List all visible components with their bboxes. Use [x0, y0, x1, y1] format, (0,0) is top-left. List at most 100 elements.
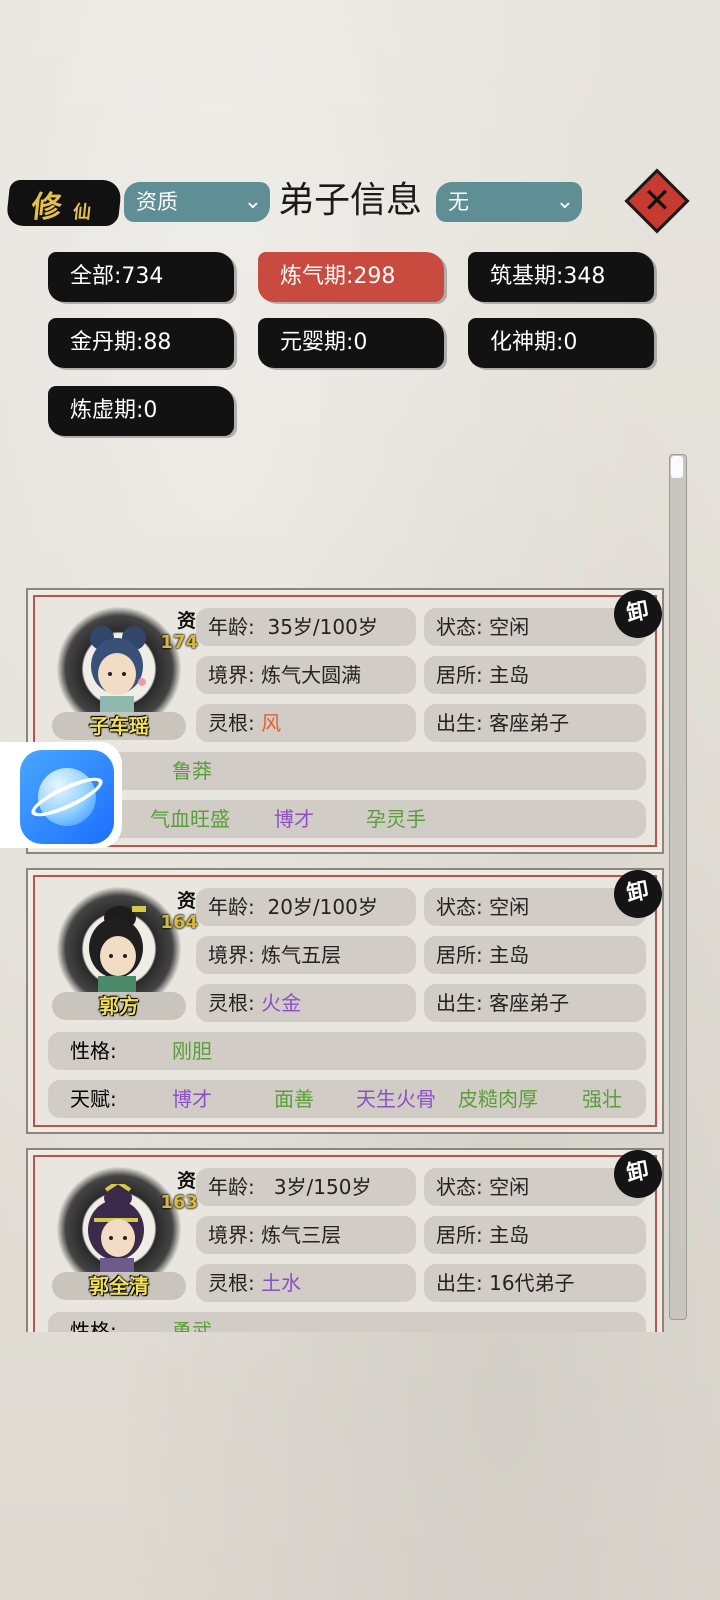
age-value: 35岁/100岁	[267, 615, 378, 639]
status-label: 状态:	[436, 895, 483, 919]
status-field: 状态: 空闲	[424, 888, 646, 926]
talent-item: 博才	[172, 1087, 212, 1111]
origin-field: 出生: 客座弟子	[424, 984, 646, 1022]
root-field: 灵根: 火金	[196, 984, 416, 1022]
portrait-icon	[90, 626, 146, 718]
talent-item: 天生火骨	[356, 1087, 436, 1111]
status-label: 状态:	[436, 1175, 483, 1199]
brand-char-small: 仙	[71, 202, 93, 223]
root-value: 土水	[261, 1271, 302, 1295]
personality-value: 鲁莽	[172, 759, 212, 783]
filter-qi-refining[interactable]: 炼气期:298	[258, 252, 444, 302]
status-value: 空闲	[489, 895, 530, 919]
residence-label: 居所:	[436, 943, 483, 967]
residence-field: 居所: 主岛	[424, 936, 646, 974]
status-value: 空闲	[489, 615, 530, 639]
aptitude-value: 163	[160, 1192, 198, 1213]
residence-value: 主岛	[489, 1223, 530, 1247]
talent-row: 天赋: 气血旺盛 博才 孕灵手	[48, 800, 646, 838]
filter-all[interactable]: 全部:734	[48, 252, 234, 302]
status-field: 状态: 空闲	[424, 608, 646, 646]
scrollbar-thumb[interactable]	[671, 456, 683, 478]
filter-void-refining[interactable]: 炼虚期:0	[48, 386, 234, 436]
realm-label: 境界:	[208, 943, 255, 967]
origin-field: 出生: 客座弟子	[424, 704, 646, 742]
disciple-name: 郭方	[99, 994, 139, 1018]
disciple-card[interactable]: 资 163 郭全清 年龄: 3岁/150岁 状态: 空闲 境界: 炼气三层 居所…	[26, 1146, 666, 1332]
personality-row: 性格: 刚胆	[48, 1032, 646, 1070]
header-bar: 修 仙 资质 ⌄ 弟子信息 无 ⌄ ✕	[0, 168, 720, 234]
browser-planet-icon	[20, 750, 114, 844]
realm-label: 境界:	[208, 1223, 255, 1247]
residence-label: 居所:	[436, 1223, 483, 1247]
status-value: 空闲	[489, 1175, 530, 1199]
realm-value: 炼气三层	[261, 1223, 342, 1247]
residence-value: 主岛	[489, 943, 530, 967]
sort-dropdown-value: 资质	[136, 190, 178, 214]
aptitude-label: 资	[176, 1170, 196, 1192]
origin-value: 客座弟子	[489, 991, 570, 1015]
residence-value: 主岛	[489, 663, 530, 687]
filter-foundation[interactable]: 筑基期:348	[468, 252, 654, 302]
filter-dropdown-value: 无	[448, 190, 469, 214]
chevron-down-icon: ⌄	[555, 189, 574, 214]
filter-dropdown[interactable]: 无 ⌄	[436, 182, 582, 222]
origin-label: 出生:	[436, 991, 483, 1015]
talent-row: 天赋: 博才 面善 天生火骨 皮糙肉厚 强壮	[48, 1080, 646, 1118]
root-field: 灵根: 土水	[196, 1264, 416, 1302]
aptitude-label: 资	[176, 610, 196, 632]
age-value: 20岁/100岁	[267, 895, 378, 919]
root-value: 火金	[261, 991, 302, 1015]
residence-field: 居所: 主岛	[424, 656, 646, 694]
root-value: 风	[261, 711, 282, 735]
brand-char-large: 修	[29, 190, 64, 225]
residence-label: 居所:	[436, 663, 483, 687]
filter-spirit-severing[interactable]: 化神期:0	[468, 318, 654, 368]
floating-app-shortcut[interactable]	[0, 742, 122, 848]
talent-label: 天赋:	[70, 1087, 117, 1111]
personality-label: 性格:	[70, 1319, 117, 1332]
personality-row: 性格: 勇武	[48, 1312, 646, 1332]
disciple-name: 郭全清	[89, 1274, 149, 1298]
realm-field: 境界: 炼气三层	[196, 1216, 416, 1254]
age-label: 年龄:	[208, 895, 255, 919]
close-button[interactable]: ✕	[624, 168, 690, 234]
aptitude-value: 174	[160, 632, 198, 653]
age-value: 3岁/150岁	[273, 1175, 372, 1199]
origin-label: 出生:	[436, 1271, 483, 1295]
root-label: 灵根:	[208, 991, 255, 1015]
portrait-icon	[88, 1184, 144, 1278]
filter-nascent-soul[interactable]: 元婴期:0	[258, 318, 444, 368]
talent-item: 强壮	[582, 1087, 622, 1111]
brand-logo: 修 仙	[5, 180, 123, 226]
talent-item: 皮糙肉厚	[458, 1087, 538, 1111]
origin-label: 出生:	[436, 711, 483, 735]
residence-field: 居所: 主岛	[424, 1216, 646, 1254]
age-field: 年龄: 3岁/150岁	[196, 1168, 416, 1206]
talent-item: 孕灵手	[366, 807, 426, 831]
aptitude-label: 资	[176, 890, 196, 912]
talent-item: 气血旺盛	[150, 807, 230, 831]
root-label: 灵根:	[208, 711, 255, 735]
personality-value: 刚胆	[172, 1039, 212, 1063]
portrait-icon	[89, 906, 146, 998]
origin-value: 16代弟子	[489, 1271, 575, 1295]
status-label: 状态:	[436, 615, 483, 639]
age-field: 年龄: 20岁/100岁	[196, 888, 416, 926]
chevron-down-icon: ⌄	[243, 189, 262, 214]
personality-value: 勇武	[172, 1319, 212, 1332]
filter-golden-core[interactable]: 金丹期:88	[48, 318, 234, 368]
talent-item: 面善	[274, 1087, 314, 1111]
personality-row: 性格: 鲁莽	[48, 752, 646, 790]
realm-label: 境界:	[208, 663, 255, 687]
aptitude-value: 164	[160, 912, 198, 933]
disciple-card[interactable]: 资 164 郭方 年龄: 20岁/100岁 状态: 空闲 境界: 炼气五层 居所…	[26, 866, 666, 1134]
realm-field: 境界: 炼气五层	[196, 936, 416, 974]
realm-value: 炼气五层	[261, 943, 342, 967]
realm-field: 境界: 炼气大圆满	[196, 656, 416, 694]
root-field: 灵根: 风	[196, 704, 416, 742]
age-label: 年龄:	[208, 1175, 255, 1199]
origin-field: 出生: 16代弟子	[424, 1264, 646, 1302]
sort-dropdown[interactable]: 资质 ⌄	[124, 182, 270, 222]
status-field: 状态: 空闲	[424, 1168, 646, 1206]
